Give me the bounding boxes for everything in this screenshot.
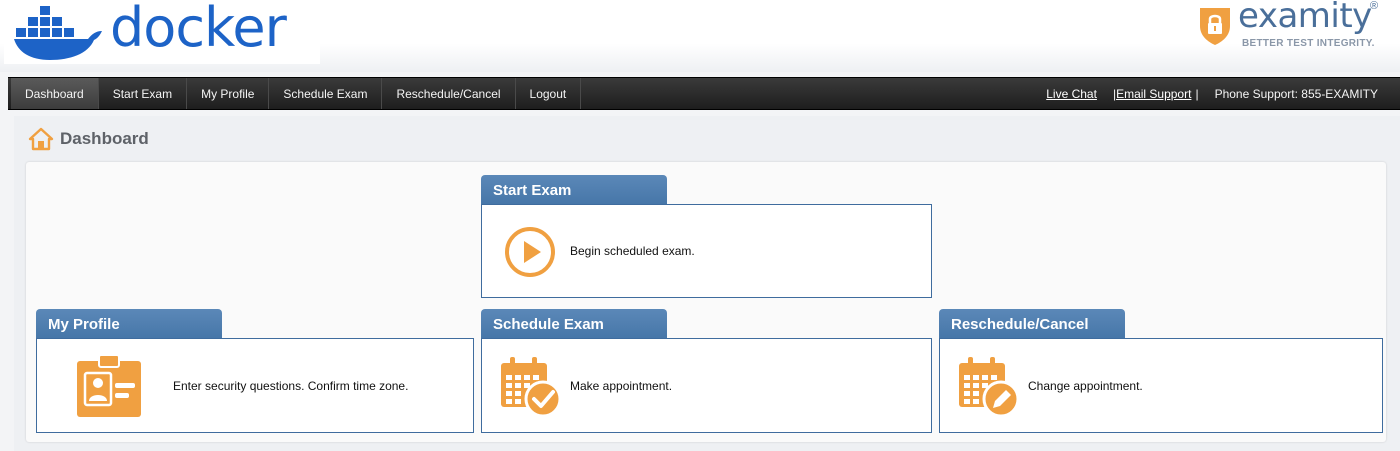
email-support-link[interactable]: Email Support xyxy=(1116,87,1191,101)
start-exam-title[interactable]: Start Exam xyxy=(481,175,667,205)
calendar-check-icon xyxy=(501,357,562,418)
support-links: Live Chat | Email Support | Phone Suppor… xyxy=(1046,87,1400,101)
separator: | xyxy=(1195,86,1199,101)
main-nav: Dashboard Start Exam My Profile Schedule… xyxy=(8,77,1400,110)
nav-reschedule-cancel[interactable]: Reschedule/Cancel xyxy=(382,78,516,109)
docker-logo: docker xyxy=(4,0,320,64)
registered-mark: ® xyxy=(1370,0,1379,12)
nav-my-profile[interactable]: My Profile xyxy=(187,78,270,109)
page-title-text: Dashboard xyxy=(60,129,149,148)
nav-start-exam[interactable]: Start Exam xyxy=(99,78,188,109)
phone-support-text: Phone Support: 855-EXAMITY xyxy=(1214,86,1378,101)
home-icon xyxy=(28,127,54,151)
calendar-edit-icon xyxy=(959,357,1020,418)
play-icon xyxy=(505,227,555,277)
header-banner: docker examity ® BETTER TEST INTEGRITY. xyxy=(0,0,1400,72)
start-exam-description: Begin scheduled exam. xyxy=(570,244,695,258)
dashboard-panel: Start Exam Begin scheduled exam. My Prof… xyxy=(26,162,1386,442)
examity-tagline: BETTER TEST INTEGRITY. xyxy=(1242,38,1375,49)
schedule-exam-description: Make appointment. xyxy=(570,379,673,393)
my-profile-title[interactable]: My Profile xyxy=(36,309,222,339)
nav-schedule-exam[interactable]: Schedule Exam xyxy=(269,78,383,109)
my-profile-description: Enter security questions. Confirm time z… xyxy=(173,379,409,393)
lock-shield-icon xyxy=(1200,8,1230,45)
docker-whale-icon xyxy=(14,6,102,60)
page-title: Dashboard xyxy=(28,126,149,152)
schedule-exam-title[interactable]: Schedule Exam xyxy=(481,309,667,339)
nav-logout[interactable]: Logout xyxy=(516,78,582,109)
nav-dashboard[interactable]: Dashboard xyxy=(11,78,99,109)
examity-wordmark: examity xyxy=(1238,0,1372,36)
id-card-icon xyxy=(77,354,141,417)
docker-wordmark: docker xyxy=(110,0,287,59)
schedule-exam-box[interactable]: Make appointment. xyxy=(481,338,932,433)
reschedule-cancel-box[interactable]: Change appointment. xyxy=(939,338,1383,433)
main-content: Dashboard Start Exam Begin scheduled exa… xyxy=(14,116,1400,451)
reschedule-cancel-description: Change appointment. xyxy=(1028,379,1143,393)
live-chat-link[interactable]: Live Chat xyxy=(1046,87,1097,101)
examity-logo: examity ® BETTER TEST INTEGRITY. xyxy=(1190,0,1400,62)
reschedule-cancel-title[interactable]: Reschedule/Cancel xyxy=(939,309,1125,339)
my-profile-box[interactable]: Enter security questions. Confirm time z… xyxy=(36,338,474,433)
start-exam-box[interactable]: Begin scheduled exam. xyxy=(481,204,932,298)
